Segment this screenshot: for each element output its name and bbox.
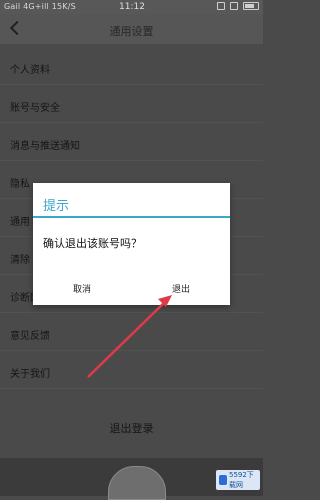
- status-bar: Gail 4G+ill 15K/S 11:12: [0, 0, 263, 14]
- settings-item-account-security[interactable]: 账号与安全: [0, 90, 263, 123]
- dialog-message: 确认退出该账号吗？: [43, 237, 142, 250]
- settings-item-notifications[interactable]: 消息与推送通知: [0, 128, 263, 161]
- dialog-divider: [33, 216, 230, 218]
- watermark-logo-icon: [219, 475, 227, 485]
- bluetooth-icon: [217, 2, 225, 10]
- settings-item-label: 意见反馈: [10, 331, 50, 342]
- nav-bar: 通用设置: [0, 14, 263, 44]
- logout-button[interactable]: 退出登录: [0, 420, 263, 436]
- settings-item-label: 消息与推送通知: [10, 141, 80, 152]
- status-left-text: Gail 4G+ill 15K/S: [4, 2, 76, 11]
- status-icons: [217, 2, 259, 10]
- watermark-text: 5592下载网: [228, 471, 254, 489]
- settings-item-label: 关于我们: [10, 369, 50, 380]
- settings-item-label: 个人资料: [10, 65, 50, 76]
- settings-item-label: 账号与安全: [10, 103, 60, 114]
- arrow-shaft: [87, 298, 169, 378]
- page-title: 通用设置: [109, 25, 154, 38]
- battery-icon: [243, 2, 259, 10]
- watermark: 5592下载网: [216, 470, 260, 490]
- settings-item-profile[interactable]: 个人资料: [0, 52, 263, 85]
- settings-item-label: 清除: [10, 255, 30, 266]
- annotation-arrow-icon: [87, 295, 172, 378]
- alarm-icon: [230, 2, 238, 10]
- dialog-title: 提示: [43, 199, 70, 214]
- settings-item-label: 隐私: [10, 179, 30, 190]
- settings-item-label: 通用: [10, 217, 30, 228]
- status-time: 11:12: [119, 2, 145, 12]
